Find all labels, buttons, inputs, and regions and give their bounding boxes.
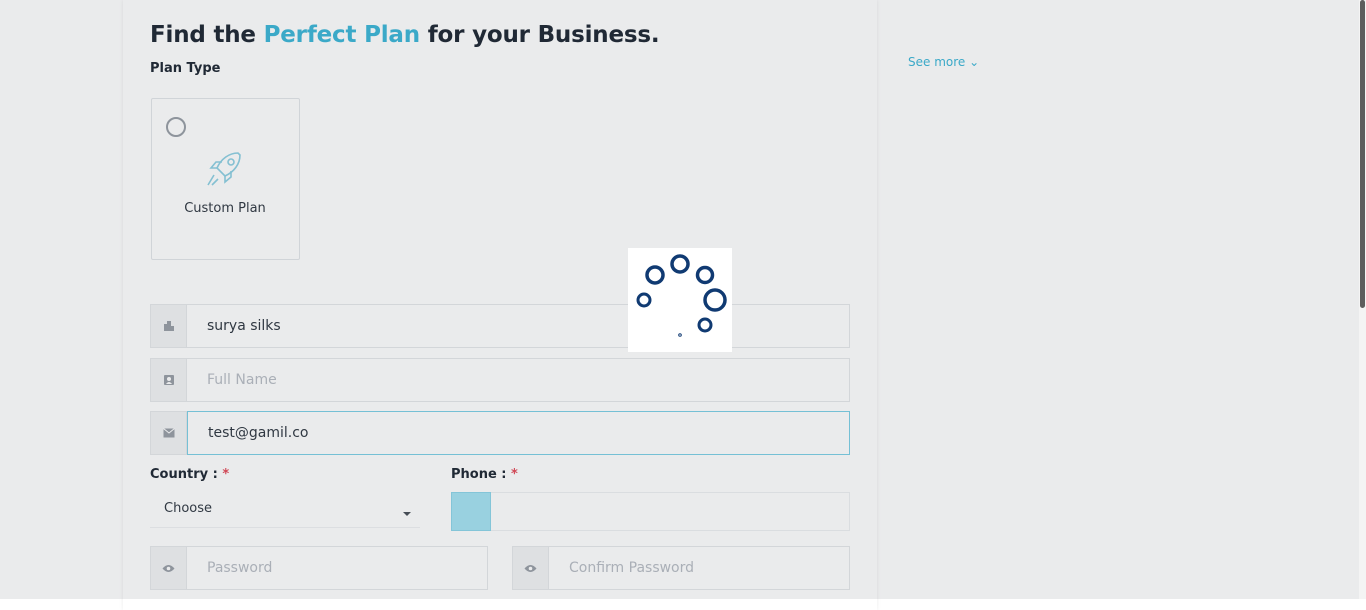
loading-spinner <box>628 248 732 352</box>
spinner-icon <box>636 254 727 337</box>
scrollbar-thumb[interactable] <box>1360 0 1365 308</box>
scrollbar-track[interactable] <box>1359 0 1366 599</box>
